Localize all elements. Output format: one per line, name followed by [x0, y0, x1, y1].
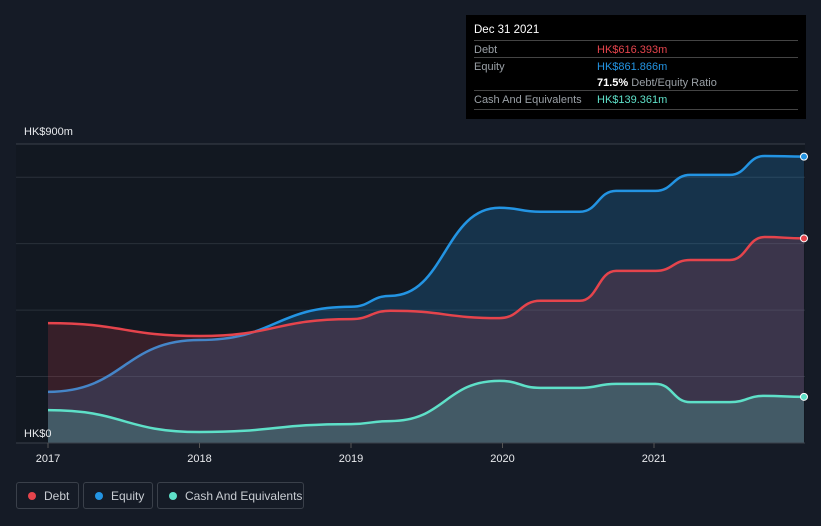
x-tick-label: 2019: [339, 453, 363, 465]
legend-equity[interactable]: Equity: [83, 482, 153, 509]
legend-debt-label: Debt: [44, 489, 70, 503]
cash-end-marker: [799, 392, 808, 401]
equity-dot-icon: [95, 492, 103, 500]
x-tick-label: 2020: [490, 453, 514, 465]
y-tick-label: HK$900m: [24, 126, 73, 138]
legend-equity-label: Equity: [111, 489, 145, 503]
tooltip-ratio-value: 71.5%: [597, 77, 629, 89]
cash-dot-icon: [169, 492, 177, 500]
tooltip-ratio-label: Debt/Equity Ratio: [631, 77, 717, 89]
debt-dot-icon: [28, 492, 36, 500]
equity-end-marker: [799, 152, 808, 161]
tooltip-date: Dec 31 2021: [474, 24, 540, 36]
legend-cash[interactable]: Cash And Equivalents: [157, 482, 304, 509]
x-tick-label: 2021: [642, 453, 666, 465]
tooltip: Dec 31 2021 Debt HK$616.393m Equity HK$861…: [466, 15, 806, 119]
y-tick-label: HK$0: [24, 428, 52, 440]
x-tick-label: 2018: [187, 453, 211, 465]
tooltip-cash-value: HK$139.361m: [597, 94, 668, 106]
legend-debt[interactable]: Debt: [16, 482, 79, 509]
tooltip-cash-label: Cash And Equivalents: [474, 94, 582, 106]
legend-cash-label: Cash And Equivalents: [185, 489, 303, 503]
x-tick-label: 2017: [36, 453, 60, 465]
debt-end-marker: [799, 234, 808, 243]
